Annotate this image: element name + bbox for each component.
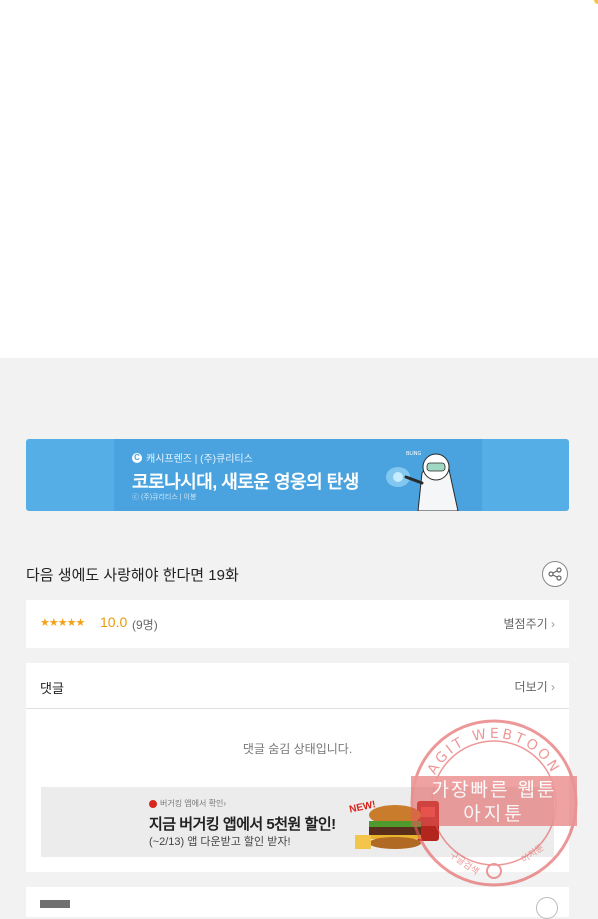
next-section-button[interactable] bbox=[536, 897, 558, 919]
rating-stars: ★★★★★ bbox=[40, 617, 85, 629]
burgerking-ad[interactable]: 버거킹 앱에서 확인› 지금 버거킹 앱에서 5천원 할인! (~2/13) 앱… bbox=[41, 787, 554, 857]
ad-banner[interactable]: C 캐시프렌즈 | (주)큐리티스 코로나시대, 새로운 영웅의 탄생 ⓒ (주… bbox=[26, 439, 569, 511]
ad-brand: C 캐시프렌즈 | (주)큐리티스 bbox=[132, 450, 253, 465]
share-button[interactable] bbox=[542, 561, 568, 587]
rate-button-label: 별점주기 bbox=[503, 617, 548, 631]
ad-banner-inner: C 캐시프렌즈 | (주)큐리티스 코로나시대, 새로운 영웅의 탄생 ⓒ (주… bbox=[114, 439, 482, 511]
comments-panel: 댓글 더보기 › 댓글 숨김 상태입니다. 버거킹 앱에서 확인› 지금 버거킹… bbox=[26, 663, 569, 872]
chevron-right-icon: › bbox=[551, 617, 555, 631]
bk-ad-small-text: 버거킹 앱에서 확인› bbox=[160, 799, 226, 808]
chevron-right-icon: › bbox=[551, 680, 555, 694]
comments-hidden-message: 댓글 숨김 상태입니다. bbox=[242, 742, 353, 756]
next-section bbox=[26, 887, 569, 919]
bk-ad-headline: 지금 버거킹 앱에서 5천원 할인! bbox=[149, 816, 336, 833]
rate-button[interactable]: 별점주기 › bbox=[503, 615, 555, 632]
share-icon bbox=[548, 567, 562, 581]
ad-headline: 코로나시대, 새로운 영웅의 탄생 bbox=[132, 472, 359, 492]
corner-dot bbox=[594, 0, 598, 4]
ad-brand-text: 캐시프렌즈 | (주)큐리티스 bbox=[146, 454, 253, 465]
ad-subtext: ⓒ (주)큐리티스 | 이봉 bbox=[132, 494, 197, 501]
bk-ad-subtext: (~2/13) 앱 다운받고 할인 받자! bbox=[149, 836, 291, 848]
rating-count: (9명) bbox=[132, 618, 158, 632]
rating-panel: ★★★★★ 10.0 (9명) 별점주기 › bbox=[26, 600, 569, 648]
burgerking-logo-icon bbox=[149, 799, 157, 808]
next-section-title bbox=[40, 900, 70, 908]
episode-title: 다음 생에도 사랑해야 한다면 19화 bbox=[26, 567, 239, 584]
cash-logo-icon: C bbox=[132, 452, 142, 463]
bk-ad-small: 버거킹 앱에서 확인› bbox=[149, 798, 226, 809]
comments-title: 댓글 bbox=[40, 681, 64, 696]
content-area bbox=[0, 0, 598, 358]
svg-text:BLING: BLING bbox=[406, 451, 421, 457]
comments-header: 댓글 더보기 › bbox=[26, 663, 569, 709]
comments-more-label: 더보기 bbox=[514, 680, 548, 694]
rating-score: 10.0 bbox=[100, 614, 128, 630]
hazmat-hero-illustration: BLING bbox=[386, 451, 459, 511]
comments-more-button[interactable]: 더보기 › bbox=[515, 678, 555, 695]
burger-illustration: NEW! bbox=[348, 799, 439, 849]
